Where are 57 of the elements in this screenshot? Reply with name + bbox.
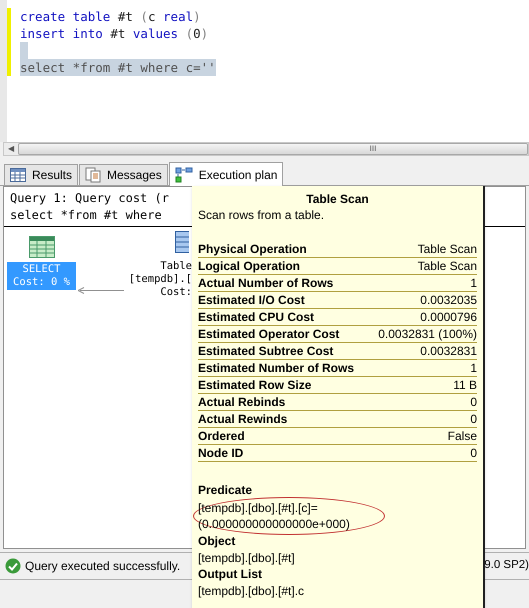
arrow-connector — [78, 287, 124, 294]
grid-icon — [10, 168, 26, 182]
property-value: 1 — [470, 360, 477, 376]
property-name: Physical Operation — [198, 241, 307, 257]
property-value: 1 — [470, 275, 477, 291]
property-value: Table Scan — [418, 258, 477, 274]
property-value: 0 — [470, 445, 477, 461]
section-heading: Predicate — [198, 482, 252, 499]
version-text: 9.0 SP2) — [484, 558, 529, 574]
property-value: 0.0032831 — [420, 343, 477, 359]
section-heading: Output List — [198, 566, 262, 583]
section-value: [tempdb].[dbo].[#t].[c]= — [198, 500, 318, 516]
tab[interactable]: Messages — [79, 164, 168, 185]
section-value: [tempdb].[dbo].[#t].c — [198, 583, 304, 599]
query-header-line: select *from #t where — [10, 207, 162, 224]
property-value: 11 B — [453, 377, 477, 393]
property-name: Actual Rebinds — [198, 394, 286, 410]
property-value: Table Scan — [418, 241, 477, 257]
code-line: create table #t (c real) — [20, 8, 201, 25]
tab[interactable]: Results — [4, 164, 78, 185]
property-name: Estimated Operator Cost — [198, 326, 340, 342]
query-header-line: Query 1: Query cost (r — [10, 190, 169, 207]
property-name: Ordered — [198, 428, 245, 444]
property-name: Node ID — [198, 445, 244, 461]
property-value: 0 — [470, 394, 477, 410]
property-name: Actual Rewinds — [198, 411, 288, 427]
property-name: Estimated I/O Cost — [198, 292, 305, 308]
property-name: Estimated CPU Cost — [198, 309, 314, 325]
tooltip-description: Scan rows from a table. — [198, 207, 326, 223]
status-message: Query executed successfully. — [25, 558, 180, 575]
property-value: 0.0032035 — [420, 292, 477, 308]
property-value: 0 — [470, 411, 477, 427]
section-heading: Object — [198, 533, 236, 550]
property-value: 0.0032831 (100%) — [378, 326, 477, 342]
node-label: Cost: — [160, 286, 192, 299]
property-name: Estimated Subtree Cost — [198, 343, 334, 359]
code-line: insert into #t values (0) — [20, 25, 208, 42]
property-value: False — [448, 428, 477, 444]
node-label: [tempdb].[ — [128, 273, 192, 286]
tooltip-title: Table Scan — [305, 191, 370, 207]
scroll-left-button[interactable]: ◀ — [4, 143, 18, 155]
property-name: Estimated Row Size — [198, 377, 312, 393]
node-label: Table — [160, 260, 192, 273]
success-check-icon — [5, 558, 21, 574]
code-editor[interactable]: create table #t (c real) insert into #t values (0) select *from #t where c='' — [0, 0, 529, 142]
property-value: 0.0000796 — [420, 309, 477, 325]
section-value: [tempdb].[dbo].[#t] — [198, 550, 295, 566]
table-scan-icon[interactable] — [175, 231, 189, 253]
property-name: Logical Operation — [198, 258, 300, 274]
scroll-grip[interactable]: III — [370, 145, 376, 153]
table-grid-icon[interactable] — [29, 236, 55, 258]
property-name: Estimated Number of Rows — [198, 360, 354, 376]
tab[interactable]: Execution plan — [168, 162, 284, 186]
horizontal-scrollbar[interactable]: ◀ III — [3, 142, 529, 156]
plan-icon — [174, 166, 193, 182]
property-name: Actual Number of Rows — [198, 275, 334, 291]
documents-icon — [85, 167, 102, 183]
